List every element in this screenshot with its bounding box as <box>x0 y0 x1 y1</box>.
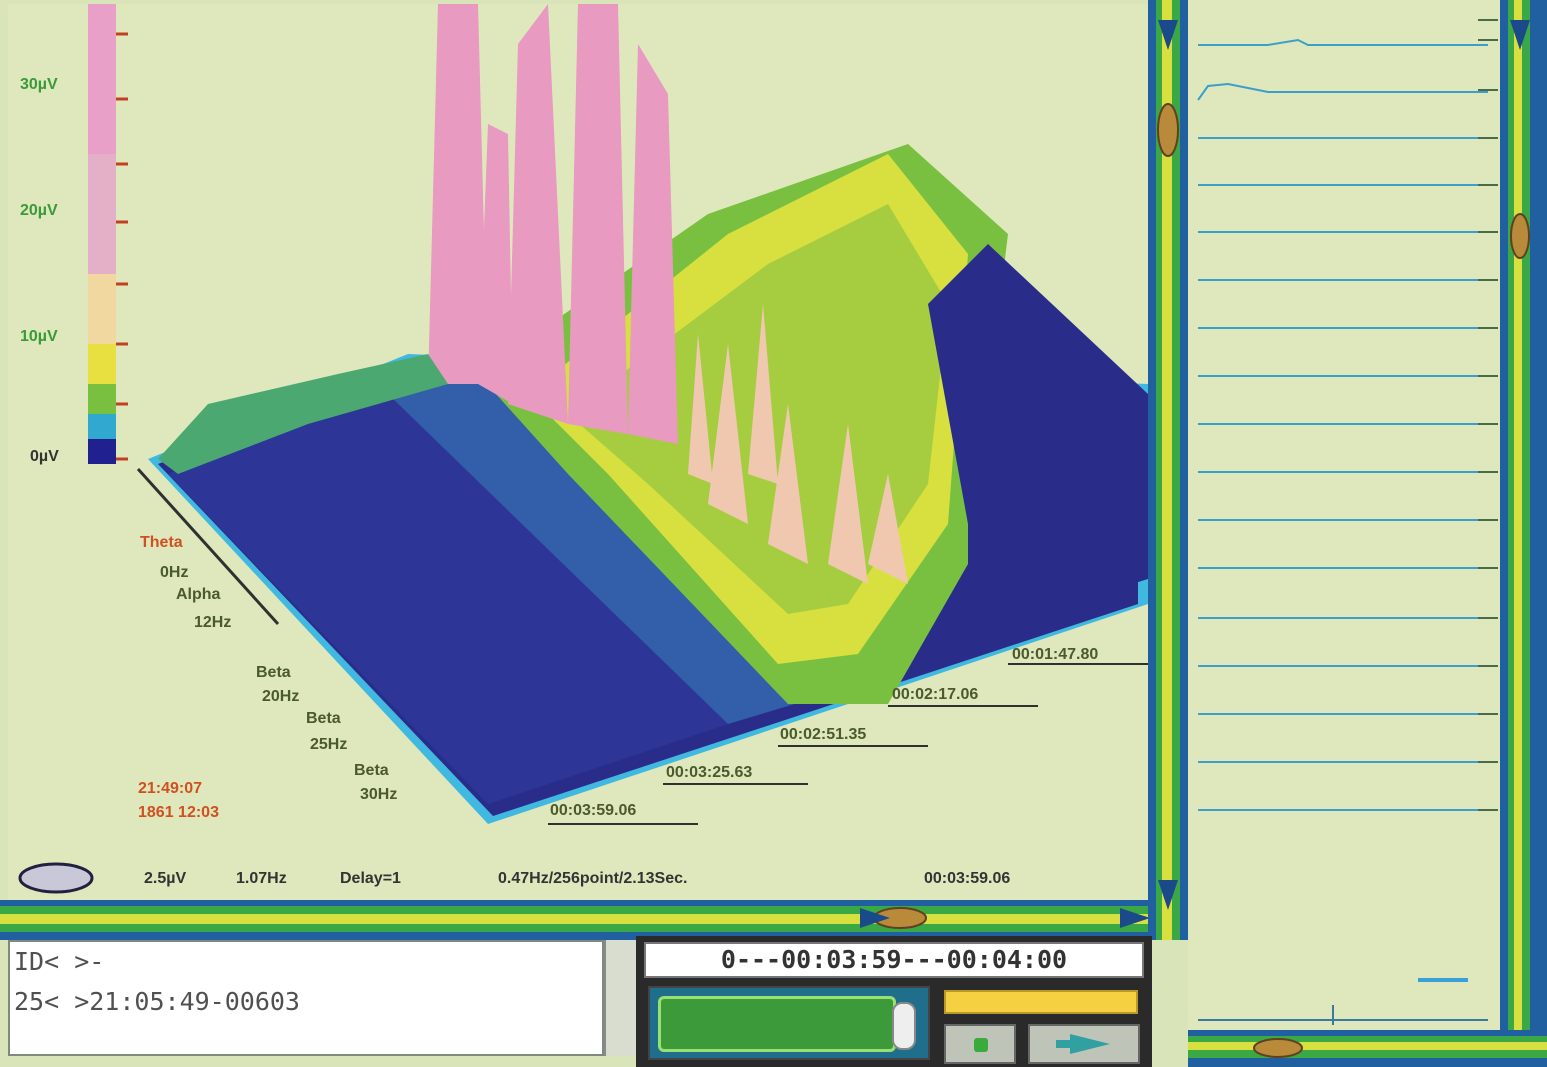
spectrum-panel: 30µV 20µV 10µV 0µV Theta 0Hz Alpha 12Hz … <box>8 4 1148 900</box>
vertical-scrollbar[interactable] <box>1148 0 1188 940</box>
annotation-line2: 1861 12:03 <box>138 804 219 821</box>
progress-fill <box>658 996 896 1052</box>
freq-label-beta2: Beta <box>306 710 341 727</box>
time-label-3: 00:02:51.35 <box>780 726 867 743</box>
y-label-20: 20µV <box>20 202 58 219</box>
spectrum-3d-plot <box>18 4 1148 894</box>
play-button[interactable] <box>1028 1024 1140 1064</box>
y-label-0: 0µV <box>30 448 59 465</box>
status-freq: 1.07Hz <box>236 870 287 887</box>
right-outer-scrollbar[interactable] <box>1500 0 1547 1067</box>
view-toggle-button[interactable] <box>26 864 98 894</box>
record-time: 25< >21:05:49-00603 <box>14 987 300 1016</box>
freq-label-beta3: Beta <box>354 762 389 779</box>
time-label-1: 00:01:47.80 <box>1012 646 1099 663</box>
stop-icon <box>974 1038 988 1052</box>
freq-label-beta1: Beta <box>256 664 291 681</box>
status-timestamp: 00:03:59.06 <box>924 870 1011 887</box>
status-resolution: 0.47Hz/256point/2.13Sec. <box>498 870 688 887</box>
speed-slider[interactable] <box>944 990 1138 1014</box>
eeg-traces <box>1197 19 1498 1025</box>
progress-handle[interactable] <box>892 1002 916 1050</box>
freq-label-30hz: 30Hz <box>360 786 398 803</box>
horizontal-scrollbar[interactable] <box>0 900 1165 940</box>
status-scale: 2.5µV <box>144 870 187 887</box>
record-info-box: ID< >- 25< >21:05:49-00603 <box>8 940 604 1056</box>
freq-label-12hz: 12Hz <box>194 614 232 631</box>
freq-label-20hz: 20Hz <box>262 688 300 705</box>
time-label-5: 00:03:59.06 <box>550 802 637 819</box>
info-scrollbar[interactable] <box>604 940 636 1056</box>
y-label-10: 10µV <box>20 328 58 345</box>
time-range-display: 0---00:03:59---00:04:00 <box>644 942 1144 978</box>
time-label-2: 00:02:17.06 <box>892 686 979 703</box>
stop-button[interactable] <box>944 1024 1016 1064</box>
play-icon <box>1056 1034 1110 1054</box>
freq-label-theta: Theta <box>140 534 183 551</box>
y-label-30: 30µV <box>20 76 58 93</box>
freq-label-alpha: Alpha <box>176 586 221 603</box>
right-bottom-scrollbar[interactable] <box>1188 1030 1547 1067</box>
time-label-4: 00:03:25.63 <box>666 764 753 781</box>
status-delay: Delay=1 <box>340 870 401 887</box>
freq-label-25hz: 25Hz <box>310 736 348 753</box>
annotation-line1: 21:49:07 <box>138 780 203 797</box>
eeg-channels-panel <box>1188 0 1508 1030</box>
freq-label-0hz: 0Hz <box>160 564 189 581</box>
record-id: ID< >- <box>14 947 105 976</box>
